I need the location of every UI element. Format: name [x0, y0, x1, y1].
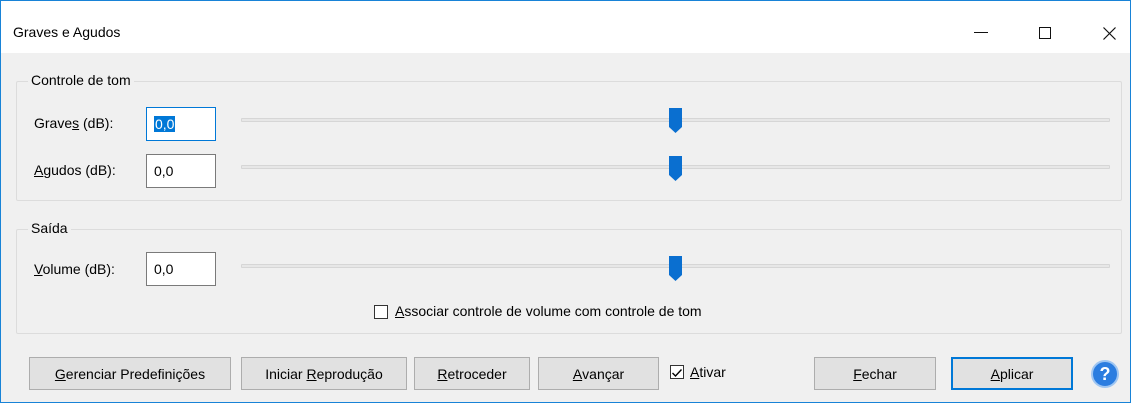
start-playback-label-prefix: Iniciar [265, 365, 303, 382]
treble-input[interactable]: 0,0 [146, 154, 216, 188]
volume-label-text: olume (dB): [42, 261, 115, 277]
bass-slider-thumb[interactable] [669, 108, 682, 133]
forward-button[interactable]: Avançar [538, 357, 659, 390]
minimize-button[interactable] [961, 15, 1001, 51]
apply-mnemonic: A [990, 365, 1000, 382]
enable-mnemonic: A [690, 364, 700, 380]
apply-button[interactable]: Aplicar [951, 357, 1073, 390]
link-volume-label-text: ssociar controle de volume com controle … [404, 303, 702, 319]
close-window-button[interactable] [1089, 15, 1129, 51]
help-button[interactable]: ? [1091, 360, 1119, 388]
link-volume-checkbox[interactable] [374, 305, 388, 319]
start-playback-mnemonic: R [306, 365, 317, 382]
enable-checkbox[interactable] [670, 365, 684, 379]
manage-presets-label: erenciar Predefinições [65, 365, 206, 382]
rewind-label: etroceder [447, 365, 507, 382]
checkmark-icon [672, 369, 683, 378]
apply-label: plicar [999, 365, 1034, 382]
minimize-icon [974, 32, 988, 33]
volume-value: 0,0 [154, 261, 174, 277]
tone-group-legend: Controle de tom [28, 72, 134, 88]
bass-label: Graves (dB): [34, 115, 113, 131]
close-button[interactable]: Fechar [814, 357, 936, 390]
forward-label: vançar [582, 365, 625, 382]
enable-label-text: tivar [699, 364, 726, 380]
maximize-icon [1039, 27, 1051, 39]
output-group-legend: Saída [28, 220, 71, 236]
close-label: echar [861, 365, 897, 382]
volume-label-mnemonic: V [34, 261, 43, 277]
bass-value: 0,0 [154, 116, 176, 132]
close-mnemonic: F [853, 365, 862, 382]
window-title: Graves e Agudos [13, 24, 121, 40]
bass-input[interactable]: 0,0 [146, 107, 216, 141]
treble-label-text: gudos (dB): [43, 162, 116, 178]
rewind-mnemonic: R [437, 365, 448, 382]
volume-label: Volume (dB): [34, 261, 115, 277]
effect-dialog: Graves e Agudos Controle de tom Graves (… [0, 0, 1131, 403]
help-icon: ? [1099, 363, 1111, 384]
manage-presets-button[interactable]: Gerenciar Predefinições [29, 357, 231, 390]
volume-slider-thumb[interactable] [669, 256, 682, 281]
treble-label: Agudos (dB): [34, 162, 116, 178]
bass-label-text: Grave [34, 115, 73, 131]
manage-presets-mnemonic: G [54, 365, 66, 382]
maximize-button[interactable] [1025, 15, 1065, 51]
enable-label[interactable]: Ativar [690, 364, 726, 380]
start-playback-button[interactable]: Iniciar Reprodução [241, 357, 407, 390]
close-icon [1102, 26, 1116, 40]
start-playback-label: eprodução [316, 365, 383, 382]
title-bar: Graves e Agudos [1, 1, 1130, 53]
forward-mnemonic: A [572, 365, 583, 382]
link-volume-label-mnemonic: A [395, 303, 405, 319]
treble-slider-thumb[interactable] [669, 156, 682, 181]
bass-label-suffix: (dB): [79, 115, 114, 131]
link-volume-label[interactable]: Associar controle de volume com controle… [395, 303, 702, 319]
volume-input[interactable]: 0,0 [146, 252, 216, 286]
treble-label-mnemonic: A [34, 162, 44, 178]
rewind-button[interactable]: Retroceder [414, 357, 530, 390]
treble-value: 0,0 [154, 163, 174, 179]
